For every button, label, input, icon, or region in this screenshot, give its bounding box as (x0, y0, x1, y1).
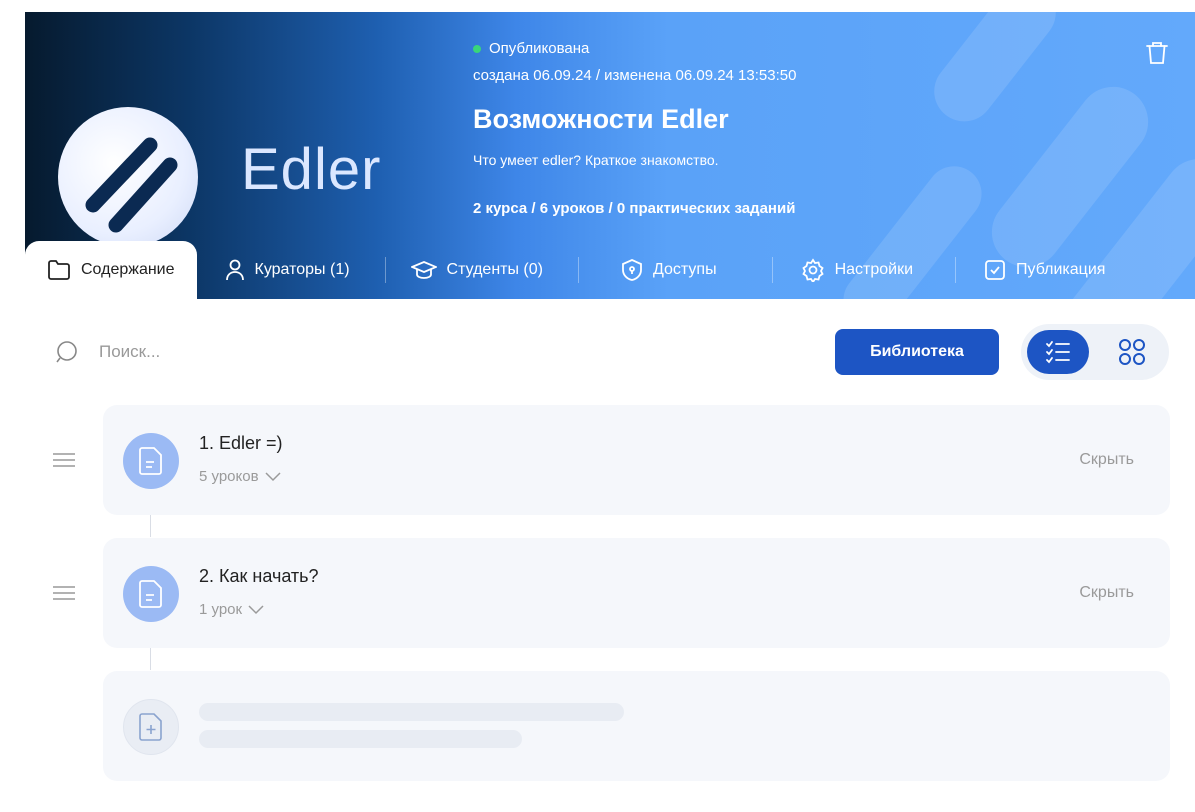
status-text: Опубликована (489, 40, 590, 57)
gear-icon (801, 258, 824, 282)
course-description: Что умеет edler? Краткое знакомство. (473, 152, 719, 168)
banner-decoration (922, 12, 1068, 134)
tab-access[interactable]: Доступы (621, 241, 773, 299)
publish-status: Опубликована (473, 40, 589, 57)
chevron-down-icon (248, 604, 264, 614)
tab-label: Доступы (652, 261, 717, 278)
checklist-icon (1046, 341, 1070, 364)
tab-publication[interactable]: Публикация (984, 241, 1105, 299)
logo-slash-icon (85, 137, 178, 233)
logo-wordmark: Edler (241, 137, 382, 202)
edler-logo (58, 107, 198, 247)
add-document-icon (123, 699, 179, 755)
course-tabs: Содержание Кураторы (1) Студенты (0) Дос… (25, 241, 1195, 299)
graduation-cap-icon (410, 261, 437, 279)
tab-label: Кураторы (1) (254, 261, 350, 278)
card-connector (150, 648, 151, 670)
hide-button[interactable]: Скрыть (1079, 451, 1134, 469)
user-icon (225, 259, 244, 281)
chevron-down-icon (265, 471, 281, 481)
lessons-toggle[interactable]: 1 урок (199, 601, 264, 618)
tab-divider (771, 257, 773, 283)
view-toggle (1021, 324, 1169, 380)
lessons-count: 5 уроков (199, 468, 259, 485)
search-input[interactable] (99, 342, 499, 362)
course-banner: Edler Опубликована создана 06.09.24 / из… (25, 12, 1195, 299)
tab-curators[interactable]: Кураторы (1) (225, 241, 386, 299)
course-page: Edler Опубликована создана 06.09.24 / из… (25, 12, 1195, 812)
library-button[interactable]: Библиотека (835, 329, 999, 375)
folder-icon (48, 260, 70, 280)
course-stats: 2 курса / 6 уроков / 0 практических зада… (473, 200, 796, 217)
grid-view-button[interactable] (1101, 330, 1163, 374)
list-view-button[interactable] (1027, 330, 1089, 374)
course-card-title: 1. Edler =) (199, 433, 283, 453)
course-card-title: 2. Как начать? (199, 566, 319, 586)
grid-icon (1119, 339, 1145, 365)
search-bar (55, 340, 499, 364)
drag-handle-icon[interactable] (53, 586, 75, 605)
course-card[interactable]: 1. Edler =) 5 уроков Скрыть (103, 405, 1170, 515)
placeholder-line (199, 730, 522, 748)
add-course-card[interactable] (103, 671, 1170, 781)
search-icon (56, 341, 77, 363)
tab-label: Настройки (834, 261, 914, 278)
lessons-toggle[interactable]: 5 уроков (199, 468, 281, 485)
document-icon (123, 433, 179, 489)
status-dot (473, 44, 481, 53)
tab-divider (577, 257, 579, 283)
tab-settings[interactable]: Настройки (801, 241, 957, 299)
tab-divider (955, 257, 957, 283)
lock-icon (622, 259, 642, 281)
course-title: Возможности Edler (473, 104, 729, 134)
trash-icon[interactable] (1145, 40, 1169, 66)
tab-label: Публикация (1016, 261, 1106, 278)
document-icon (123, 566, 179, 622)
check-square-icon (985, 260, 1005, 280)
tab-content[interactable]: Содержание (25, 241, 197, 299)
tab-label: Студенты (0) (446, 261, 543, 278)
hide-button[interactable]: Скрыть (1079, 584, 1134, 602)
lessons-count: 1 урок (199, 601, 243, 618)
course-dates: создана 06.09.24 / изменена 06.09.24 13:… (473, 67, 797, 84)
tab-label: Содержание (81, 261, 175, 278)
tab-divider (384, 257, 386, 283)
placeholder-line (199, 703, 624, 721)
drag-handle-icon[interactable] (53, 453, 75, 472)
card-connector (150, 515, 151, 537)
course-card[interactable]: 2. Как начать? 1 урок Скрыть (103, 538, 1170, 648)
tab-students[interactable]: Студенты (0) (410, 241, 579, 299)
